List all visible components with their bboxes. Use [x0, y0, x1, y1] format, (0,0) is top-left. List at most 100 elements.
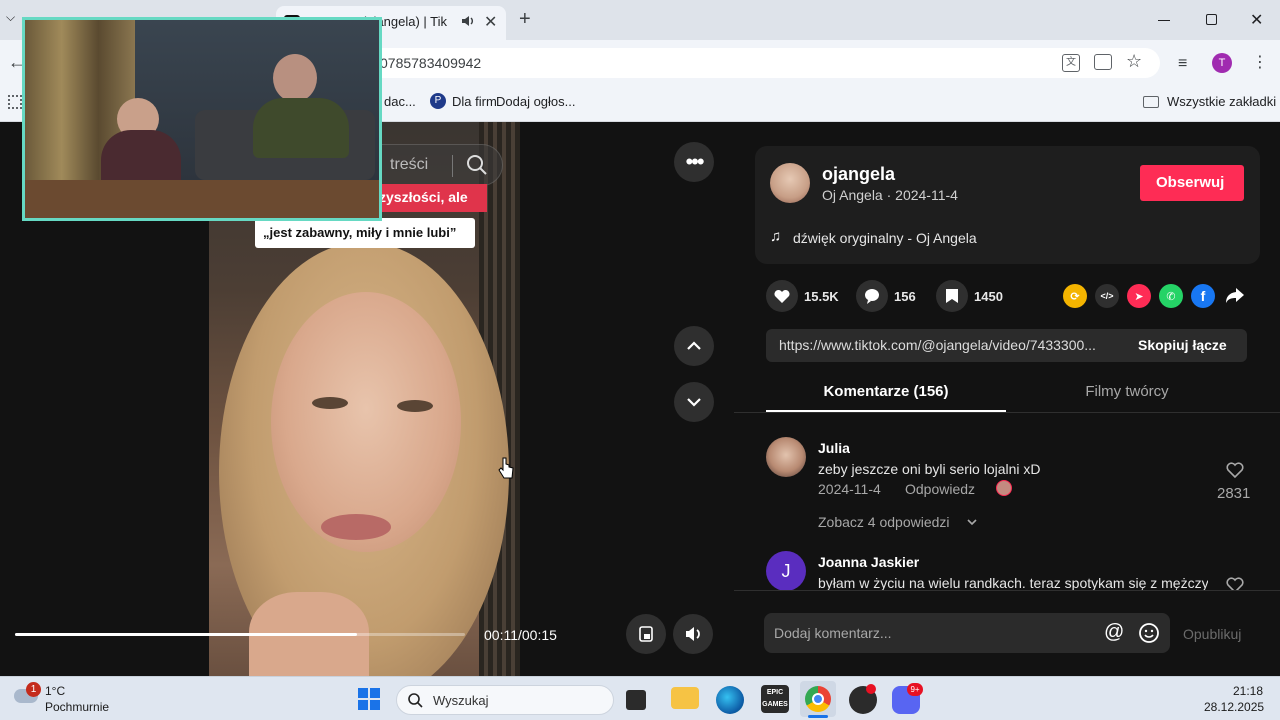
more-options-icon[interactable]: ••• [674, 142, 714, 182]
video-search-text: treści [390, 156, 429, 173]
taskbar-search-placeholder: Wyszukaj [433, 693, 489, 708]
video-face [271, 292, 461, 552]
star-icon[interactable]: ☆ [1126, 51, 1142, 72]
search-icon[interactable] [466, 154, 488, 176]
whatsapp-icon[interactable]: ✆ [1159, 284, 1183, 308]
comment-author[interactable]: Joanna Jaskier [818, 554, 919, 570]
publish-button[interactable]: Opublikuj [1183, 626, 1241, 642]
comment-like-icon[interactable] [1225, 576, 1245, 590]
next-video-icon[interactable] [674, 382, 714, 422]
comment-input[interactable]: Dodaj komentarz... @ [764, 613, 1170, 653]
pip-desk [25, 180, 379, 218]
chrome-icon-active[interactable] [800, 681, 836, 717]
url-text[interactable]: 0785783409942 [380, 55, 481, 71]
video-eye-left [312, 397, 348, 409]
share-arrow-icon[interactable] [1224, 286, 1246, 306]
tab-creator-videos-label: Filmy twórcy [1085, 383, 1169, 400]
bookmark-item-2[interactable]: Dla firm [452, 94, 497, 109]
author-username[interactable]: ojangela [822, 164, 895, 185]
repost-icon[interactable]: ⟳ [1063, 284, 1087, 308]
comment-text: byłam w życiu na wielu randkach. teraz s… [818, 575, 1208, 590]
previous-video-icon[interactable] [674, 326, 714, 366]
new-tab-icon[interactable]: + [519, 8, 531, 31]
apps-grid-icon[interactable] [8, 95, 22, 109]
facebook-icon[interactable]: f [1191, 284, 1215, 308]
follow-button-label: Obserwuj [1156, 174, 1225, 191]
hand-cursor-icon [498, 456, 514, 480]
sound-name[interactable]: dźwięk oryginalny - Oj Angela [793, 230, 977, 246]
comment-avatar[interactable]: J [766, 551, 806, 591]
author-meta: Oj Angela · 2024-11-4 [822, 187, 958, 203]
comment-like-icon[interactable] [1225, 461, 1245, 479]
media-control-icon[interactable]: ≡ [1178, 55, 1187, 73]
tabs-divider [734, 412, 1280, 413]
taskbar-search[interactable]: Wyszukaj [396, 685, 614, 715]
link-copy-row: https://www.tiktok.com/@ojangela/video/7… [766, 329, 1247, 362]
tab-creator-videos[interactable]: Filmy twórcy [1007, 378, 1247, 412]
bookmark-favicon-icon: P [430, 93, 446, 109]
tab-close-icon[interactable]: ✕ [484, 12, 497, 32]
edge-icon[interactable] [716, 686, 744, 714]
windows-start-icon[interactable] [358, 688, 380, 710]
chrome-icon-center [812, 693, 824, 705]
taskbar-active-indicator [808, 715, 828, 718]
clock-date[interactable]: 28.12.2025 [1204, 700, 1264, 714]
clock-time[interactable]: 21:18 [1233, 684, 1263, 698]
translate-icon[interactable]: 文 [1062, 54, 1080, 72]
copy-link-button[interactable]: Skopiuj łącze [1138, 337, 1227, 353]
video-link[interactable]: https://www.tiktok.com/@ojangela/video/7… [779, 337, 1129, 353]
comment-icon[interactable] [856, 280, 888, 312]
comment-text-clip: byłam w życiu na wielu randkach. teraz s… [818, 575, 1208, 590]
pip-person-right-body [253, 98, 349, 158]
task-view-icon[interactable] [626, 690, 646, 710]
embed-icon[interactable]: </> [1095, 284, 1119, 308]
caption-line-2: „jest zabawny, miły i mnie lubi” [255, 218, 475, 248]
weather-temp[interactable]: 1°C [45, 684, 65, 698]
video-progress-fill [15, 633, 357, 636]
chevron-down-icon [966, 516, 978, 528]
comment-author[interactable]: Julia [818, 440, 850, 456]
video-search-divider [452, 155, 453, 177]
comment-reply-button[interactable]: Odpowiedz [905, 481, 975, 497]
caption-line-1-text: zyszłości, ale [379, 189, 468, 205]
weather-desc[interactable]: Pochmurnie [45, 700, 109, 714]
profile-avatar[interactable]: T [1212, 53, 1232, 73]
send-to-friends-icon[interactable]: ➤ [1127, 284, 1151, 308]
video-progress-track[interactable] [15, 633, 465, 636]
bookmark-icon[interactable] [936, 280, 968, 312]
like-icon[interactable] [766, 280, 798, 312]
discord-badge: 9+ [907, 683, 923, 696]
volume-icon[interactable] [673, 614, 713, 654]
music-note-icon: ♫ [770, 228, 782, 245]
pip-toggle-icon[interactable] [626, 614, 666, 654]
like-count: 15.5K [804, 289, 839, 304]
folder-icon [1143, 96, 1159, 108]
bookmark-item-3[interactable]: Dodaj ogłos... [496, 94, 576, 109]
minimize-icon[interactable] [1158, 20, 1170, 21]
comment-count: 156 [894, 289, 916, 304]
file-explorer-icon[interactable] [671, 687, 699, 709]
epic-games-icon[interactable]: EPIC GAMES [761, 685, 789, 713]
author-avatar[interactable] [770, 163, 810, 203]
bookmark-item-1[interactable]: dac... [384, 94, 416, 109]
emoji-icon[interactable] [1138, 622, 1160, 644]
window-close-icon[interactable]: ✕ [1250, 10, 1263, 30]
caption-line-2-text: „jest zabawny, miły i mnie lubi” [263, 225, 457, 240]
taskbar-search-icon [407, 692, 423, 708]
tab-comments-label: Komentarze (156) [823, 383, 949, 400]
save-count: 1450 [974, 289, 1003, 304]
menu-kebab-icon[interactable]: ⋮ [1252, 52, 1268, 72]
pip-webcam-overlay[interactable] [22, 17, 382, 221]
follow-button[interactable]: Obserwuj [1140, 165, 1244, 201]
creator-liked-avatar [996, 480, 1012, 496]
taskbar: 1 1°C Pochmurnie Wyszukaj EPIC GAMES 9+ … [0, 676, 1280, 720]
tab-comments[interactable]: Komentarze (156) [766, 378, 1006, 412]
restore-icon[interactable] [1206, 14, 1217, 25]
install-icon[interactable] [1094, 54, 1112, 70]
mention-icon[interactable]: @ [1104, 621, 1124, 644]
weather-badge: 1 [26, 682, 41, 697]
all-bookmarks-label[interactable]: Wszystkie zakładki [1167, 94, 1276, 109]
see-replies-button[interactable]: Zobacz 4 odpowiedzi [818, 514, 950, 530]
comment-avatar[interactable] [766, 437, 806, 477]
speaker-icon [460, 13, 476, 29]
